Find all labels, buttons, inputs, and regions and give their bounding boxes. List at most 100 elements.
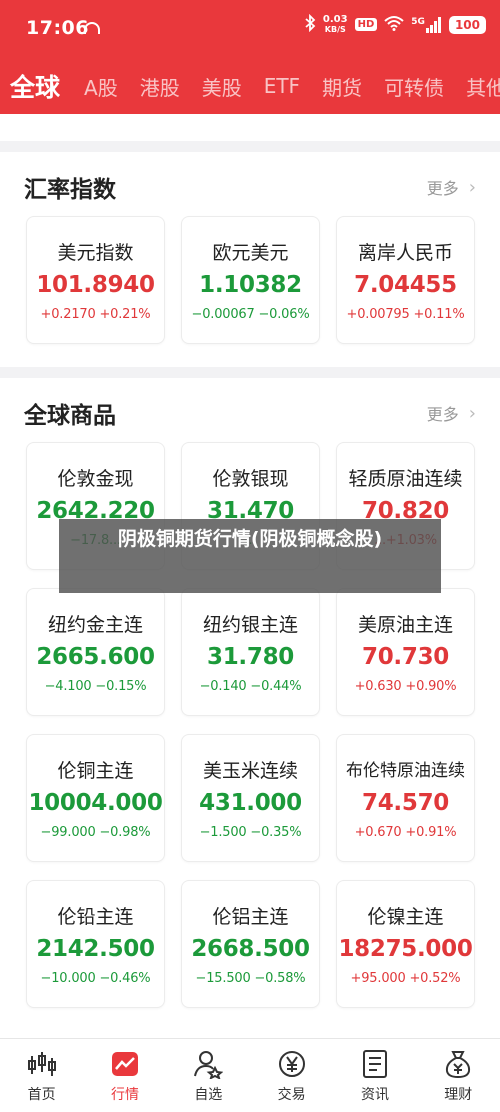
- article-title-overlay: 阴极铜期货行情(阴极铜概念股): [59, 519, 441, 593]
- quote-card[interactable]: 伦铝主连 2668.500 −15.500 −0.58%: [181, 880, 320, 1008]
- quote-name: 美元指数: [57, 242, 134, 264]
- network-type: 5G: [411, 16, 425, 27]
- section-header: 全球商品 更多 ›: [24, 396, 476, 430]
- signal-icon: 5G: [411, 16, 442, 33]
- quote-price: 2142.500: [36, 936, 155, 962]
- section-title: 全球商品: [24, 403, 116, 429]
- quote-change: +0.630 +0.90%: [354, 679, 457, 694]
- quote-price: 2665.600: [36, 644, 155, 670]
- quote-change: −0.00067 −0.06%: [191, 307, 310, 322]
- tab-futures[interactable]: 期货: [322, 72, 362, 101]
- quote-name: 伦铝主连: [212, 906, 289, 928]
- quote-card[interactable]: 伦镍主连 18275.000 +95.000 +0.52%: [336, 880, 475, 1008]
- quote-card[interactable]: 伦铅主连 2142.500 −10.000 −0.46%: [26, 880, 165, 1008]
- global-commodities-section: 全球商品 更多 › 伦敦金现2642.220−17.8...伦敦银现31.470…: [0, 378, 500, 1038]
- tab-etf[interactable]: ETF: [264, 74, 300, 98]
- quote-name: 伦镍主连: [367, 906, 444, 928]
- status-time: 17:06: [26, 17, 89, 39]
- quote-price: 31.780: [207, 644, 294, 670]
- quote-price: 2668.500: [191, 936, 310, 962]
- nav-label: 行情: [110, 1087, 139, 1103]
- quote-change: −1.500 −0.35%: [199, 825, 302, 840]
- chevron-right-icon: ›: [468, 402, 476, 424]
- yen-coin-icon: [277, 1049, 307, 1079]
- quote-card[interactable]: 美玉米连续 431.000 −1.500 −0.35%: [181, 734, 320, 862]
- quote-card[interactable]: 美原油主连 70.730 +0.630 +0.90%: [336, 588, 475, 716]
- quote-change: −99.000 −0.98%: [40, 825, 151, 840]
- tab-hk-stocks[interactable]: 港股: [140, 72, 180, 101]
- wifi-icon: [384, 15, 404, 34]
- nav-label: 资讯: [360, 1087, 389, 1103]
- quote-name: 离岸人民币: [357, 242, 453, 264]
- nav-news[interactable]: 资讯: [333, 1039, 416, 1112]
- quote-card[interactable]: 布伦特原油连续 74.570 +0.670 +0.91%: [336, 734, 475, 862]
- tab-other[interactable]: 其他: [466, 72, 500, 101]
- quote-change: −4.100 −0.15%: [44, 679, 147, 694]
- hd-badge: HD: [354, 18, 378, 31]
- quote-card[interactable]: 纽约银主连 31.780 −0.140 −0.44%: [181, 588, 320, 716]
- nav-watchlist[interactable]: 自选: [167, 1039, 250, 1112]
- quote-price: 74.570: [362, 790, 449, 816]
- more-link[interactable]: 更多 ›: [427, 175, 476, 199]
- more-label: 更多: [426, 179, 459, 198]
- quote-name: 布伦特原油连续: [346, 761, 465, 781]
- quote-change: −0.140 −0.44%: [199, 679, 302, 694]
- section-header: 汇率指数 更多 ›: [24, 170, 476, 204]
- speedometer-icon: [84, 22, 100, 34]
- nav-label: 交易: [277, 1087, 306, 1103]
- quote-change: +0.2170 +0.21%: [40, 307, 151, 322]
- nav-market[interactable]: 行情: [83, 1039, 166, 1112]
- quote-name: 伦敦金现: [57, 468, 134, 490]
- news-doc-icon: [360, 1049, 390, 1079]
- quote-change: −15.500 −0.58%: [195, 971, 306, 986]
- quote-change: +95.000 +0.52%: [350, 971, 461, 986]
- quote-name: 伦敦银现: [212, 468, 289, 490]
- quote-price: 101.8940: [36, 272, 155, 298]
- bluetooth-icon: [304, 13, 316, 35]
- status-indicators: 0.03 KB/S HD 5G 100: [304, 13, 486, 35]
- market-tabs: 全球 A股 港股 美股 ETF 期货 可转债 其他: [0, 58, 500, 114]
- user-star-icon: [193, 1049, 224, 1079]
- quote-change: +0.00795 +0.11%: [346, 307, 465, 322]
- tab-convertible-bonds[interactable]: 可转债: [384, 72, 444, 101]
- nav-trade[interactable]: 交易: [250, 1039, 333, 1112]
- quote-price: 10004.000: [28, 790, 163, 816]
- chart-candle-icon: [27, 1049, 57, 1079]
- quote-price: 18275.000: [338, 936, 473, 962]
- quote-change: −10.000 −0.46%: [40, 971, 151, 986]
- nav-wealth[interactable]: 理财: [417, 1039, 500, 1112]
- previous-section-edge: [0, 114, 500, 141]
- quote-name: 纽约银主连: [202, 614, 298, 636]
- tab-us-stocks[interactable]: 美股: [202, 72, 242, 101]
- tab-a-shares[interactable]: A股: [84, 72, 118, 101]
- nav-home[interactable]: 首页: [0, 1039, 83, 1112]
- nav-label: 首页: [27, 1087, 56, 1103]
- quote-name: 伦铅主连: [57, 906, 134, 928]
- quote-price: 431.000: [199, 790, 302, 816]
- quote-name: 纽约金主连: [47, 614, 143, 636]
- quote-name: 美玉米连续: [202, 760, 298, 782]
- market-trend-icon: [110, 1049, 140, 1079]
- more-link[interactable]: 更多 ›: [427, 401, 476, 425]
- quote-name: 轻质原油连续: [348, 468, 463, 490]
- fx-card-grid: 美元指数 101.8940 +0.2170 +0.21% 欧元美元 1.10382 −0.…: [26, 216, 475, 344]
- quote-card[interactable]: 美元指数 101.8940 +0.2170 +0.21%: [26, 216, 165, 344]
- more-label: 更多: [426, 405, 459, 424]
- network-speed: 0.03 KB/S: [322, 13, 348, 35]
- section-title: 汇率指数: [24, 177, 116, 203]
- network-speed-value: 0.03: [322, 13, 348, 25]
- quote-card[interactable]: 离岸人民币 7.04455 +0.00795 +0.11%: [336, 216, 475, 344]
- quote-price: 70.730: [362, 644, 449, 670]
- nav-label: 理财: [444, 1087, 473, 1103]
- quote-card[interactable]: 欧元美元 1.10382 −0.00067 −0.06%: [181, 216, 320, 344]
- quote-name: 美原油主连: [357, 614, 453, 636]
- status-bar: 17:06 0.03 KB/S HD 5G 100: [0, 0, 500, 58]
- quote-price: 7.04455: [354, 272, 457, 298]
- quote-card[interactable]: 伦铜主连 10004.000 −99.000 −0.98%: [26, 734, 165, 862]
- fx-index-section: 汇率指数 更多 › 美元指数 101.8940 +0.2170 +0.21% 欧元美元…: [0, 152, 500, 367]
- quote-price: 1.10382: [199, 272, 302, 298]
- quote-card[interactable]: 纽约金主连 2665.600 −4.100 −0.15%: [26, 588, 165, 716]
- chevron-right-icon: ›: [468, 176, 476, 198]
- quote-name: 欧元美元: [212, 242, 289, 264]
- tab-global[interactable]: 全球: [10, 68, 60, 104]
